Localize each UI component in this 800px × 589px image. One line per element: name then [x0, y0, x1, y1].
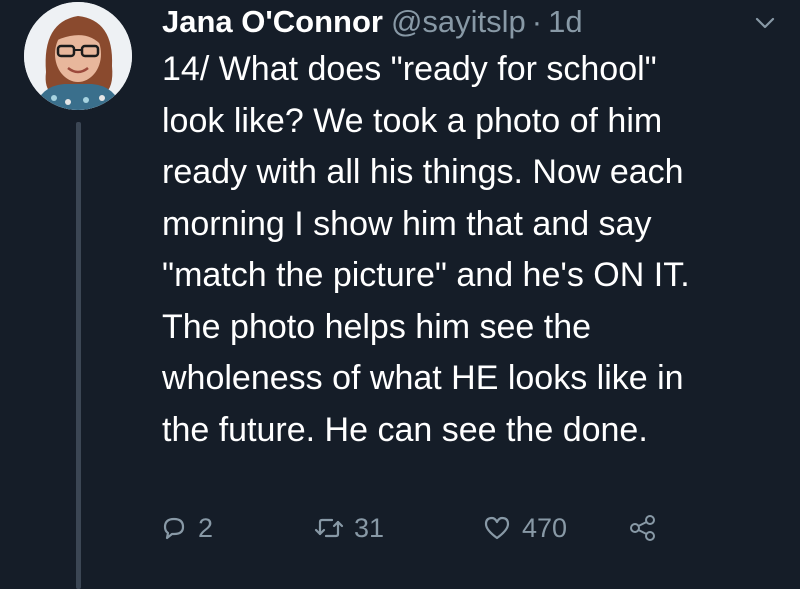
share-button[interactable]: [628, 506, 658, 550]
like-button[interactable]: 470: [482, 506, 567, 550]
tweet-text-line: 14/ What does "ready for school": [162, 50, 657, 88]
author-handle[interactable]: @sayitslp: [391, 0, 526, 44]
separator-dot: ·: [531, 4, 543, 39]
retweet-count: 31: [354, 512, 385, 543]
tweet-text-line: the future. He can see the done.: [162, 410, 648, 449]
tweet-text-line: ready with all his things. Now each: [162, 153, 684, 191]
reply-icon: [160, 514, 188, 542]
like-count: 470: [522, 512, 568, 543]
author-name[interactable]: Jana O'Connor: [162, 0, 383, 44]
reply-button[interactable]: 2: [160, 506, 213, 550]
tweet-text-line: look like? We took a photo of him: [162, 101, 663, 140]
thread-line: [76, 122, 81, 589]
share-icon: [628, 513, 658, 543]
tweet-text-line: wholeness of what HE looks like in: [162, 359, 684, 397]
retweet-icon: [314, 514, 344, 542]
tweet-header: Jana O'Connor @sayitslp · 1d: [162, 0, 583, 44]
chevron-down-icon[interactable]: [752, 10, 778, 36]
tweet-actions: 2 31 470: [160, 506, 720, 550]
tweet-text: 14/ What does "ready for school" look li…: [162, 44, 782, 456]
reply-count: 2: [198, 512, 214, 543]
tweet: Jana O'Connor @sayitslp · 1d 14/ What do…: [0, 0, 800, 589]
tweet-text-line: morning I show him that and say: [162, 204, 652, 243]
avatar[interactable]: [24, 2, 132, 110]
tweet-text-line: The photo helps him see the: [162, 307, 592, 346]
tweet-time[interactable]: 1d: [548, 0, 582, 44]
heart-icon: [482, 514, 512, 542]
tweet-text-line: "match the picture" and he's ON IT.: [162, 256, 690, 294]
retweet-button[interactable]: 31: [314, 506, 384, 550]
